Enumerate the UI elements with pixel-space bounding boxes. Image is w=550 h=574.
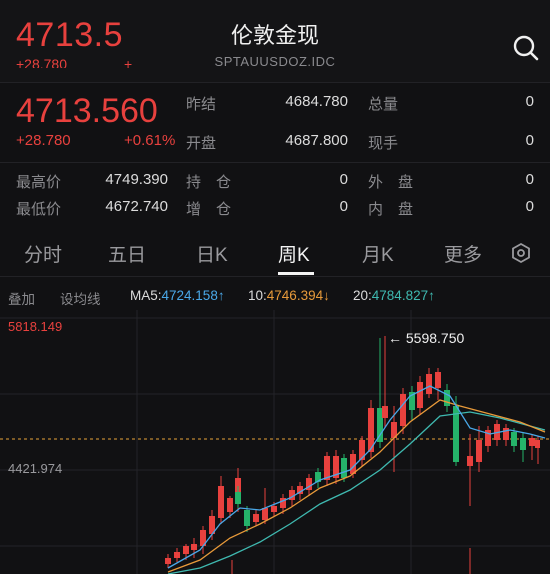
candle xyxy=(253,514,259,522)
ma20-indicator: 20:4784.827↑ xyxy=(353,288,435,303)
candle xyxy=(359,440,365,460)
ma20-label: 20: xyxy=(353,288,372,303)
chart-mid-label: 4421.974 xyxy=(8,461,62,476)
candle xyxy=(271,506,277,512)
candle xyxy=(218,486,224,518)
weekly-k-chart[interactable]: 5818.149 4421.974 ← 5598.750 xyxy=(0,310,550,574)
ma10-label: 10: xyxy=(248,288,267,303)
ma5-arrow-icon: ↑ xyxy=(217,288,225,303)
tab-intraday[interactable]: 分时 xyxy=(24,240,62,267)
candle xyxy=(426,374,432,394)
prev-close-value: 4684.780 xyxy=(285,93,348,110)
settings-hexagon-icon[interactable] xyxy=(510,242,532,264)
tab-weekly-k[interactable]: 周K xyxy=(278,240,310,267)
candle xyxy=(235,492,241,504)
candle xyxy=(227,498,233,512)
high-value: 4749.390 xyxy=(105,171,168,188)
candle xyxy=(476,440,482,462)
position-label: 持 仓 xyxy=(186,174,232,191)
indicator-bar: 叠加 设均线 MA5:4724.158↑ 10:4746.394↓ 20:478… xyxy=(0,282,550,308)
candle xyxy=(244,510,250,526)
active-tab-indicator xyxy=(278,272,314,275)
low-value: 4672.740 xyxy=(105,198,168,215)
high-label: 最高价 xyxy=(16,174,62,191)
inner-label: 内 盘 xyxy=(368,201,414,218)
increase-value: 0 xyxy=(339,198,348,215)
price-change: +28.780 xyxy=(16,132,71,149)
prev-close-label: 昨结 xyxy=(186,96,217,113)
ma10-arrow-icon: ↓ xyxy=(323,288,330,303)
candle xyxy=(191,544,197,550)
candle xyxy=(435,372,441,388)
open-value: 4687.800 xyxy=(285,132,348,149)
inner-value: 0 xyxy=(525,198,534,215)
open-label: 开盘 xyxy=(186,135,217,152)
low-label: 最低价 xyxy=(16,201,62,218)
candle xyxy=(341,458,347,478)
candle xyxy=(262,508,268,520)
ma10-value: 4746.394 xyxy=(266,288,324,303)
candle xyxy=(165,558,171,564)
overlay-button[interactable]: 叠加 xyxy=(8,288,35,308)
header-divider xyxy=(0,82,550,83)
candle xyxy=(511,432,517,446)
page-title: 伦敦金现 xyxy=(230,23,319,48)
tab-more[interactable]: 更多 xyxy=(444,240,482,267)
price-change-pct: +0.61% xyxy=(124,132,176,149)
current-price: 4713.560 xyxy=(16,92,158,130)
ma5-value: 4724.158 xyxy=(161,288,218,303)
tab-five-day[interactable]: 五日 xyxy=(108,240,146,267)
search-icon[interactable] xyxy=(512,34,540,62)
ma20-value: 4784.827 xyxy=(371,288,429,303)
candle xyxy=(174,552,180,558)
candle xyxy=(444,390,450,406)
candle xyxy=(183,546,189,554)
candle xyxy=(535,440,540,448)
volume-value: 0 xyxy=(525,93,534,110)
candle xyxy=(529,438,535,446)
current-volume-value: 0 xyxy=(525,132,534,149)
candle xyxy=(467,456,473,466)
outer-value: 0 xyxy=(525,171,534,188)
ma10-indicator: 10:4746.394↓ xyxy=(248,288,330,303)
set-ma-button[interactable]: 设均线 xyxy=(60,288,101,308)
ma5-indicator: MA5:4724.158↑ xyxy=(130,288,225,303)
peak-price-label: ← 5598.750 xyxy=(388,330,464,346)
volume-label: 总量 xyxy=(368,96,399,113)
candle xyxy=(417,382,423,408)
tabs-divider xyxy=(0,276,550,277)
tab-monthly-k[interactable]: 月K xyxy=(362,240,394,267)
position-value: 0 xyxy=(339,171,348,188)
ma20-arrow-icon: ↑ xyxy=(428,288,435,303)
current-volume-label: 现手 xyxy=(368,135,399,152)
chart-max-label: 5818.149 xyxy=(8,319,62,334)
candle xyxy=(382,406,388,418)
period-tabs: 分时 五日 日K 周K 月K 更多 xyxy=(0,228,550,276)
symbol-code: SPTAUUSDOZ.IDC xyxy=(214,54,336,69)
tab-daily-k[interactable]: 日K xyxy=(196,240,228,267)
increase-label: 增 仓 xyxy=(186,201,232,218)
quote-divider xyxy=(0,162,550,163)
outer-label: 外 盘 xyxy=(368,174,414,191)
candle xyxy=(520,438,526,450)
candle xyxy=(400,394,406,426)
ma5-label: MA5: xyxy=(130,288,162,303)
